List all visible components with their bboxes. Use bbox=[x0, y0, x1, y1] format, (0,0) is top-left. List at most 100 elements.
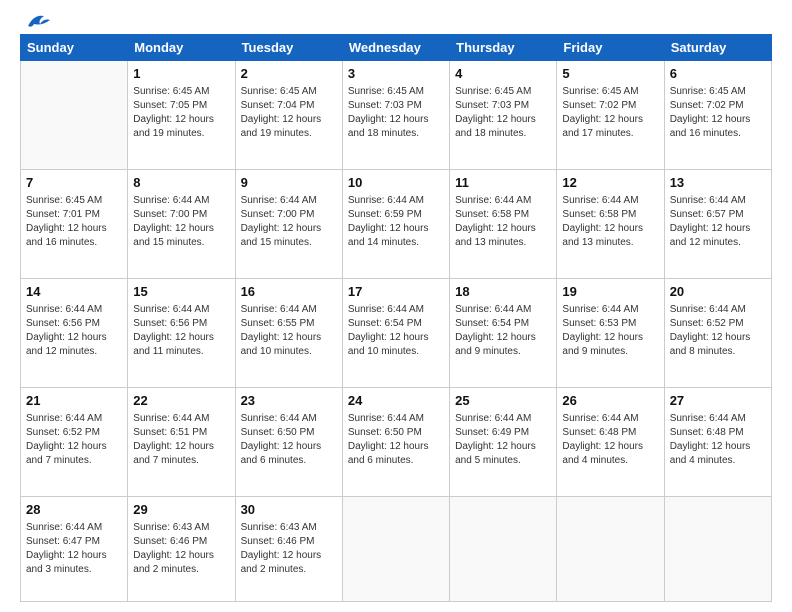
day-info: Sunrise: 6:44 AMSunset: 6:50 PMDaylight:… bbox=[241, 412, 337, 468]
table-row bbox=[342, 497, 449, 602]
table-row: 8 Sunrise: 6:44 AMSunset: 7:00 PMDaylight… bbox=[128, 170, 235, 279]
day-info: Sunrise: 6:44 AMSunset: 6:47 PMDaylight:… bbox=[26, 521, 122, 577]
day-info: Sunrise: 6:44 AMSunset: 7:00 PMDaylight:… bbox=[133, 194, 229, 250]
day-number: 14 bbox=[26, 283, 122, 301]
table-row: 26Sunrise: 6:44 AMSunset: 6:48 PMDayligh… bbox=[557, 388, 664, 497]
day-info: Sunrise: 6:44 AMSunset: 6:58 PMDaylight:… bbox=[455, 194, 551, 250]
day-number: 24 bbox=[348, 392, 444, 410]
day-number: 4 bbox=[455, 65, 551, 83]
table-row bbox=[21, 61, 128, 170]
table-row: 15 Sunrise: 6:44 AMSunset: 6:56 PMDayligh… bbox=[128, 279, 235, 388]
calendar-header-row: Sunday Monday Tuesday Wednesday Thursday… bbox=[21, 35, 772, 61]
table-row bbox=[664, 497, 771, 602]
header bbox=[20, 18, 772, 26]
day-number: 23 bbox=[241, 392, 337, 410]
day-info: Sunrise: 6:44 AMSunset: 6:52 PMDaylight:… bbox=[670, 303, 766, 359]
table-row: 14 Sunrise: 6:44 AMSunset: 6:56 PMDayligh… bbox=[21, 279, 128, 388]
day-info: Sunrise: 6:44 AMSunset: 6:51 PMDaylight:… bbox=[133, 412, 229, 468]
day-number: 7 bbox=[26, 174, 122, 192]
day-info: Sunrise: 6:44 AMSunset: 6:54 PMDaylight:… bbox=[455, 303, 551, 359]
table-row: 17 Sunrise: 6:44 AMSunset: 6:54 PMDayligh… bbox=[342, 279, 449, 388]
table-row: 21 Sunrise: 6:44 AMSunset: 6:52 PMDayligh… bbox=[21, 388, 128, 497]
table-row: 10 Sunrise: 6:44 AMSunset: 6:59 PMDayligh… bbox=[342, 170, 449, 279]
table-row: 3 Sunrise: 6:45 AMSunset: 7:03 PMDaylight… bbox=[342, 61, 449, 170]
table-row: 24 Sunrise: 6:44 AMSunset: 6:50 PMDayligh… bbox=[342, 388, 449, 497]
day-info: Sunrise: 6:44 AMSunset: 6:59 PMDaylight:… bbox=[348, 194, 444, 250]
day-info: Sunrise: 6:45 AMSunset: 7:03 PMDaylight:… bbox=[455, 85, 551, 141]
day-number: 30 bbox=[241, 501, 337, 519]
table-row: 28 Sunrise: 6:44 AMSunset: 6:47 PMDayligh… bbox=[21, 497, 128, 602]
day-info: Sunrise: 6:44 AMSunset: 6:55 PMDaylight:… bbox=[241, 303, 337, 359]
day-number: 21 bbox=[26, 392, 122, 410]
day-info: Sunrise: 6:43 AMSunset: 6:46 PMDaylight:… bbox=[241, 521, 337, 577]
calendar-table: Sunday Monday Tuesday Wednesday Thursday… bbox=[20, 34, 772, 602]
table-row: 27 Sunrise: 6:44 AMSunset: 6:48 PMDayligh… bbox=[664, 388, 771, 497]
table-row: 11 Sunrise: 6:44 AMSunset: 6:58 PMDayligh… bbox=[450, 170, 557, 279]
table-row bbox=[450, 497, 557, 602]
day-info: Sunrise: 6:44 AMSunset: 6:53 PMDaylight:… bbox=[562, 303, 658, 359]
table-row: 18 Sunrise: 6:44 AMSunset: 6:54 PMDayligh… bbox=[450, 279, 557, 388]
col-tuesday: Tuesday bbox=[235, 35, 342, 61]
day-number: 5 bbox=[562, 65, 658, 83]
logo-bird-icon bbox=[24, 12, 52, 32]
col-friday: Friday bbox=[557, 35, 664, 61]
day-number: 8 bbox=[133, 174, 229, 192]
day-number: 9 bbox=[241, 174, 337, 192]
day-info: Sunrise: 6:45 AMSunset: 7:02 PMDaylight:… bbox=[562, 85, 658, 141]
table-row: 4 Sunrise: 6:45 AMSunset: 7:03 PMDaylight… bbox=[450, 61, 557, 170]
page: Sunday Monday Tuesday Wednesday Thursday… bbox=[0, 0, 792, 612]
logo bbox=[20, 18, 52, 26]
table-row bbox=[557, 497, 664, 602]
table-row: 20 Sunrise: 6:44 AMSunset: 6:52 PMDayligh… bbox=[664, 279, 771, 388]
day-info: Sunrise: 6:44 AMSunset: 6:52 PMDaylight:… bbox=[26, 412, 122, 468]
day-number: 25 bbox=[455, 392, 551, 410]
day-info: Sunrise: 6:45 AMSunset: 7:01 PMDaylight:… bbox=[26, 194, 122, 250]
col-sunday: Sunday bbox=[21, 35, 128, 61]
table-row: 12 Sunrise: 6:44 AMSunset: 6:58 PMDayligh… bbox=[557, 170, 664, 279]
day-number: 10 bbox=[348, 174, 444, 192]
day-info: Sunrise: 6:43 AMSunset: 6:46 PMDaylight:… bbox=[133, 521, 229, 577]
day-number: 2 bbox=[241, 65, 337, 83]
day-number: 12 bbox=[562, 174, 658, 192]
table-row: 9Sunrise: 6:44 AMSunset: 7:00 PMDaylight… bbox=[235, 170, 342, 279]
day-number: 3 bbox=[348, 65, 444, 83]
table-row: 1Sunrise: 6:45 AMSunset: 7:05 PMDaylight… bbox=[128, 61, 235, 170]
day-info: Sunrise: 6:44 AMSunset: 6:56 PMDaylight:… bbox=[133, 303, 229, 359]
day-info: Sunrise: 6:44 AMSunset: 6:56 PMDaylight:… bbox=[26, 303, 122, 359]
day-info: Sunrise: 6:45 AMSunset: 7:02 PMDaylight:… bbox=[670, 85, 766, 141]
day-number: 16 bbox=[241, 283, 337, 301]
table-row: 16 Sunrise: 6:44 AMSunset: 6:55 PMDayligh… bbox=[235, 279, 342, 388]
day-number: 17 bbox=[348, 283, 444, 301]
day-info: Sunrise: 6:44 AMSunset: 6:57 PMDaylight:… bbox=[670, 194, 766, 250]
col-thursday: Thursday bbox=[450, 35, 557, 61]
table-row: 13 Sunrise: 6:44 AMSunset: 6:57 PMDayligh… bbox=[664, 170, 771, 279]
day-info: Sunrise: 6:45 AMSunset: 7:04 PMDaylight:… bbox=[241, 85, 337, 141]
table-row: 23 Sunrise: 6:44 AMSunset: 6:50 PMDayligh… bbox=[235, 388, 342, 497]
day-info: Sunrise: 6:44 AMSunset: 6:54 PMDaylight:… bbox=[348, 303, 444, 359]
table-row: 25 Sunrise: 6:44 AMSunset: 6:49 PMDayligh… bbox=[450, 388, 557, 497]
day-info: Sunrise: 6:44 AMSunset: 6:49 PMDaylight:… bbox=[455, 412, 551, 468]
day-number: 27 bbox=[670, 392, 766, 410]
day-number: 6 bbox=[670, 65, 766, 83]
table-row: 5 Sunrise: 6:45 AMSunset: 7:02 PMDaylight… bbox=[557, 61, 664, 170]
day-number: 13 bbox=[670, 174, 766, 192]
day-info: Sunrise: 6:45 AMSunset: 7:05 PMDaylight:… bbox=[133, 85, 229, 141]
table-row: 19Sunrise: 6:44 AMSunset: 6:53 PMDayligh… bbox=[557, 279, 664, 388]
day-number: 15 bbox=[133, 283, 229, 301]
table-row: 30 Sunrise: 6:43 AMSunset: 6:46 PMDayligh… bbox=[235, 497, 342, 602]
day-number: 29 bbox=[133, 501, 229, 519]
day-number: 28 bbox=[26, 501, 122, 519]
table-row: 29 Sunrise: 6:43 AMSunset: 6:46 PMDayligh… bbox=[128, 497, 235, 602]
day-info: Sunrise: 6:44 AMSunset: 6:58 PMDaylight:… bbox=[562, 194, 658, 250]
table-row: 22 Sunrise: 6:44 AMSunset: 6:51 PMDayligh… bbox=[128, 388, 235, 497]
day-number: 20 bbox=[670, 283, 766, 301]
col-wednesday: Wednesday bbox=[342, 35, 449, 61]
day-number: 11 bbox=[455, 174, 551, 192]
col-monday: Monday bbox=[128, 35, 235, 61]
day-number: 26 bbox=[562, 392, 658, 410]
day-info: Sunrise: 6:45 AMSunset: 7:03 PMDaylight:… bbox=[348, 85, 444, 141]
day-info: Sunrise: 6:44 AMSunset: 6:48 PMDaylight:… bbox=[670, 412, 766, 468]
day-number: 22 bbox=[133, 392, 229, 410]
day-info: Sunrise: 6:44 AMSunset: 6:50 PMDaylight:… bbox=[348, 412, 444, 468]
day-number: 18 bbox=[455, 283, 551, 301]
